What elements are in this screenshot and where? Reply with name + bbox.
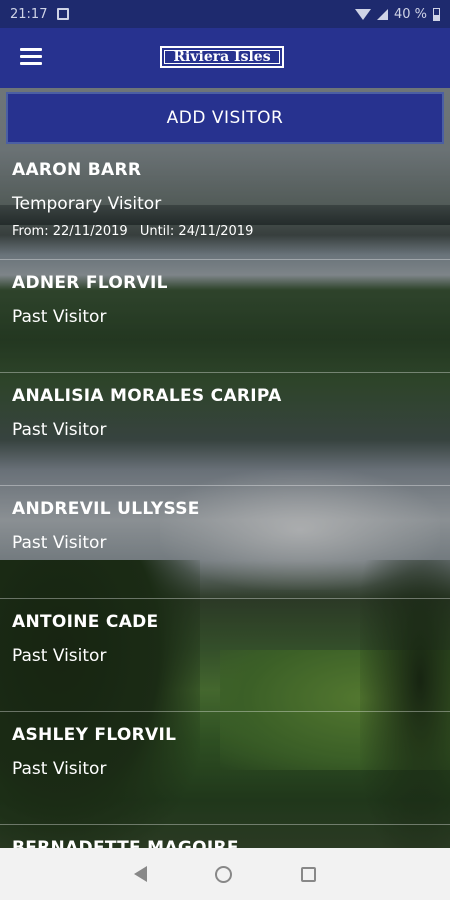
status-right: 40 %	[354, 6, 440, 22]
visitor-type: Past Visitor	[12, 533, 107, 553]
from-date: 22/11/2019	[52, 224, 128, 239]
visitor-name: ASHLEY FLORVIL	[12, 725, 177, 745]
visitor-name: ANTOINE CADE	[12, 612, 159, 632]
visitor-dates: From: 22/11/2019 Until: 24/11/2019	[12, 224, 438, 239]
visitor-list: AARON BARR Temporary Visitor From: 22/11…	[0, 148, 450, 848]
visitor-type: Past Visitor	[12, 420, 107, 440]
recent-apps-icon[interactable]	[300, 866, 316, 882]
battery-icon	[433, 7, 440, 21]
app-logo: Riviera Isles	[160, 46, 284, 68]
list-item[interactable]: ADNER FLORVIL Past Visitor	[0, 261, 450, 373]
from-label: From:	[12, 224, 49, 239]
home-icon[interactable]	[215, 865, 233, 883]
add-visitor-button[interactable]: ADD VISITOR	[6, 92, 444, 144]
visitor-name: AARON BARR	[12, 160, 142, 180]
status-time: 21:17	[10, 6, 48, 22]
visitor-type: Past Visitor	[12, 307, 107, 327]
battery-percent: 40 %	[393, 6, 427, 22]
visitor-type: Past Visitor	[12, 646, 107, 666]
visitor-name: ADNER FLORVIL	[12, 273, 168, 293]
visitor-name: ANALISIA MORALES CARIPA	[12, 386, 282, 406]
hamburger-menu-icon[interactable]	[20, 48, 42, 66]
until-label: Until:	[139, 224, 175, 239]
list-item[interactable]: ANALISIA MORALES CARIPA Past Visitor	[0, 374, 450, 486]
list-item[interactable]: BERNADETTE MAGOIRE	[0, 826, 450, 848]
until-date: 24/11/2019	[178, 224, 254, 239]
status-bar: 21:17 40 %	[0, 0, 450, 28]
visitor-name: ANDREVIL ULLYSSE	[12, 499, 200, 519]
visitor-type: Past Visitor	[12, 759, 107, 779]
list-item[interactable]: ANTOINE CADE Past Visitor	[0, 600, 450, 712]
list-item[interactable]: ASHLEY FLORVIL Past Visitor	[0, 713, 450, 825]
wifi-icon	[354, 8, 371, 20]
app-bar: Riviera Isles	[0, 28, 450, 88]
visitor-type: Temporary Visitor	[12, 194, 162, 214]
list-item[interactable]: ANDREVIL ULLYSSE Past Visitor	[0, 487, 450, 599]
signal-icon	[376, 8, 388, 20]
image-icon	[57, 8, 70, 20]
system-nav-bar	[0, 848, 450, 900]
visitor-name: BERNADETTE MAGOIRE	[12, 838, 239, 848]
back-icon[interactable]	[134, 866, 148, 882]
list-item[interactable]: AARON BARR Temporary Visitor From: 22/11…	[0, 148, 450, 260]
